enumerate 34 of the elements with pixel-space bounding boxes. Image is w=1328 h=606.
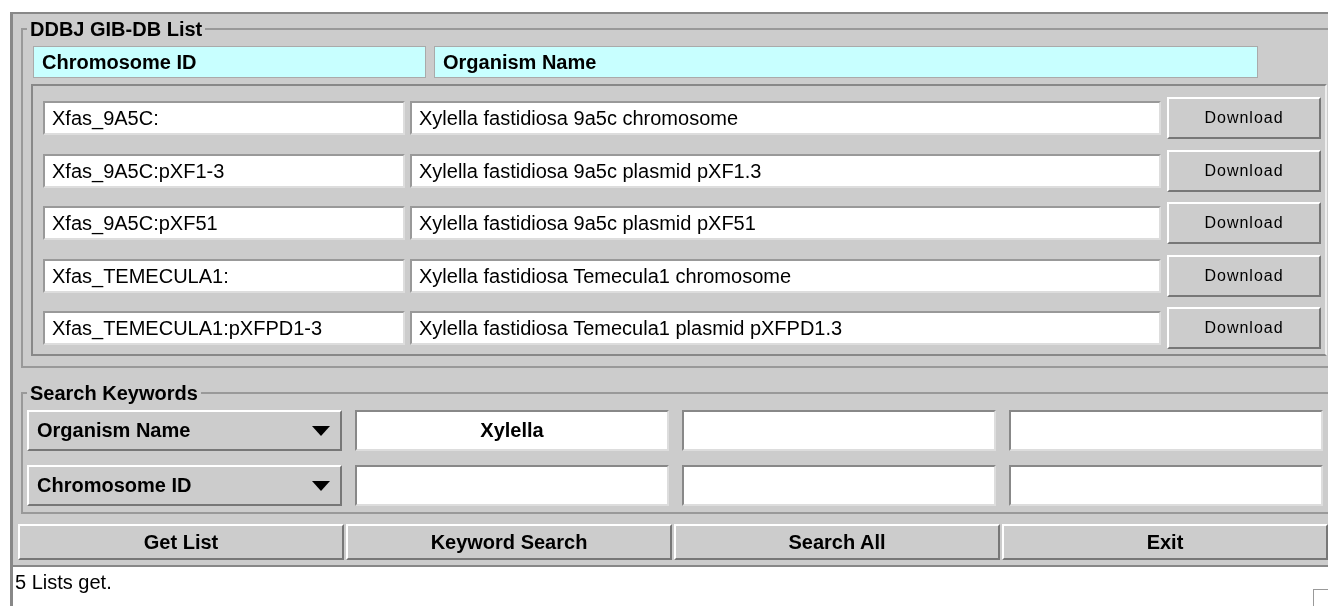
action-button[interactable]: Get List: [18, 524, 344, 560]
action-button[interactable]: Keyword Search: [346, 524, 672, 560]
keyword-field[interactable]: [355, 465, 669, 506]
download-button[interactable]: Download: [1167, 254, 1321, 297]
action-button[interactable]: Search All: [674, 524, 1000, 560]
field-dropdown[interactable]: Organism Name: [27, 410, 342, 451]
chromosome-id-field[interactable]: Xfas_TEMECULA1:: [43, 258, 405, 293]
chromosome-id-field[interactable]: Xfas_9A5C:: [43, 101, 405, 136]
caret-icon: [312, 425, 330, 436]
download-button[interactable]: Download: [1167, 97, 1321, 140]
keyword-field[interactable]: [1009, 465, 1323, 506]
organism-name-field[interactable]: Xylella fastidiosa Temecula1 chromosome: [410, 258, 1161, 293]
status-text: 5 Lists get.: [15, 571, 112, 593]
column-header: Organism Name: [434, 46, 1258, 78]
keyword-field[interactable]: Xylella: [355, 410, 669, 451]
organism-name-field[interactable]: Xylella fastidiosa 9a5c plasmid pXF51: [410, 206, 1161, 241]
caret-icon: [312, 480, 330, 491]
organism-name-field[interactable]: Xylella fastidiosa 9a5c plasmid pXF1.3: [410, 153, 1161, 188]
download-button[interactable]: Download: [1167, 307, 1321, 350]
column-header: Chromosome ID: [33, 46, 426, 78]
field-dropdown[interactable]: Chromosome ID: [27, 465, 342, 506]
resize-grip[interactable]: [1313, 589, 1328, 606]
action-button[interactable]: Exit: [1002, 524, 1328, 560]
group-title: Search Keywords: [27, 382, 201, 404]
organism-name-field[interactable]: Xylella fastidiosa Temecula1 plasmid pXFPD1.3: [410, 311, 1161, 346]
keyword-field[interactable]: [1009, 410, 1323, 451]
keyword-field[interactable]: [682, 410, 996, 451]
chromosome-id-field[interactable]: Xfas_TEMECULA1:pXFPD1-3: [43, 311, 405, 346]
chromosome-id-field[interactable]: Xfas_9A5C:pXF1-3: [43, 153, 405, 188]
chromosome-id-field[interactable]: Xfas_9A5C:pXF51: [43, 206, 405, 241]
organism-name-field[interactable]: Xylella fastidiosa 9a5c chromosome: [410, 101, 1161, 136]
download-button[interactable]: Download: [1167, 149, 1321, 192]
keyword-field[interactable]: [682, 465, 996, 506]
download-button[interactable]: Download: [1167, 202, 1321, 245]
